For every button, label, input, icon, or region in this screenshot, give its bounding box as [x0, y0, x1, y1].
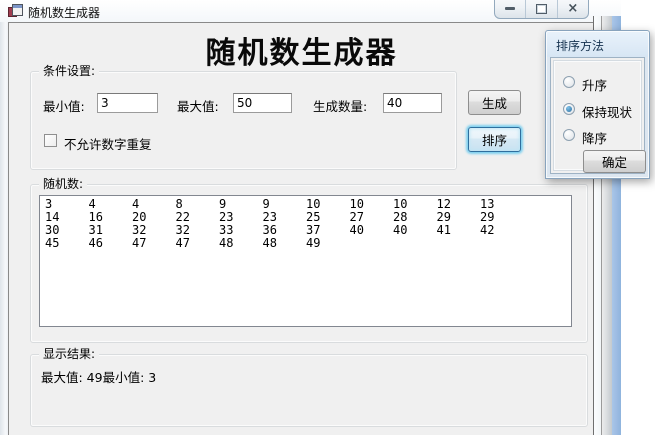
generate-button[interactable]: 生成: [468, 90, 521, 115]
minimize-icon: [505, 7, 515, 10]
window-controls: ×: [494, 0, 589, 19]
no-repeat-label: 不允许数字重复: [64, 134, 152, 153]
result-text: 最大值: 49最小值: 3: [41, 367, 156, 386]
max-value-label: 最大值:: [177, 96, 219, 115]
sort-dialog: 排序方法 升序 保持现状 降序 确定: [545, 30, 650, 179]
window-client-area: 随机数生成器 条件设置: 最小值: 最大值: 生成数量: 不允许数字重复 生成 …: [8, 22, 595, 435]
radio-ascending[interactable]: [563, 76, 575, 88]
radio-ascending-label: 升序: [582, 75, 607, 94]
random-number[interactable]: 47: [176, 237, 220, 250]
no-repeat-checkbox[interactable]: [44, 134, 57, 147]
minimize-button[interactable]: [495, 0, 525, 18]
random-number[interactable]: 40: [393, 224, 437, 237]
app-icon: [8, 4, 23, 18]
result-group-label: 显示结果:: [39, 347, 99, 361]
random-number[interactable]: 48: [219, 237, 263, 250]
max-value-input[interactable]: [233, 93, 292, 113]
window-frame-left: [0, 22, 8, 435]
result-groupbox: 显示结果: 最大值: 49最小值: 3: [30, 354, 588, 427]
random-number[interactable]: 40: [350, 224, 394, 237]
close-icon: ×: [567, 4, 578, 14]
settings-group-label: 条件设置:: [39, 64, 99, 78]
numbers-listbox[interactable]: 3 4 4 8 9 9 10 10 10 12 13 14 16 20 22 2…: [39, 195, 572, 327]
count-input[interactable]: [383, 93, 442, 113]
random-number[interactable]: 49: [306, 237, 350, 250]
random-number[interactable]: 42: [480, 224, 524, 237]
radio-keep-current-label: 保持现状: [582, 102, 632, 121]
min-value-input[interactable]: [97, 93, 158, 113]
numbers-group-label: 随机数:: [39, 177, 87, 191]
random-number[interactable]: 41: [437, 224, 481, 237]
close-button[interactable]: ×: [557, 0, 588, 18]
radio-keep-current[interactable]: [563, 103, 575, 115]
min-value-label: 最小值:: [43, 96, 85, 115]
random-number[interactable]: 46: [89, 237, 133, 250]
numbers-grid: 3 4 4 8 9 9 10 10 10 12 13 14 16 20 22 2…: [45, 198, 571, 250]
sort-dialog-client: 升序 保持现状 降序 确定: [550, 57, 645, 174]
maximize-button[interactable]: [525, 0, 556, 18]
random-number[interactable]: 47: [132, 237, 176, 250]
screen: 随机数生成器 × 随机数生成器 条件设置: 最小值: 最大值: 生成数量: 不允…: [0, 0, 655, 435]
window-title: 随机数生成器: [28, 4, 100, 21]
numbers-groupbox: 随机数: 3 4 4 8 9 9 10 10 10 12 13 14 16 20: [30, 184, 588, 343]
maximize-icon: [536, 4, 547, 14]
random-number[interactable]: 48: [263, 237, 307, 250]
sort-button[interactable]: 排序: [468, 127, 521, 152]
count-label: 生成数量:: [313, 96, 367, 115]
random-number[interactable]: 45: [45, 237, 89, 250]
radio-descending[interactable]: [563, 129, 575, 141]
sort-dialog-titlebar[interactable]: 排序方法: [556, 37, 604, 54]
settings-groupbox: 条件设置: 最小值: 最大值: 生成数量: 不允许数字重复: [30, 71, 457, 170]
ok-button[interactable]: 确定: [583, 150, 646, 173]
radio-descending-label: 降序: [582, 128, 607, 147]
